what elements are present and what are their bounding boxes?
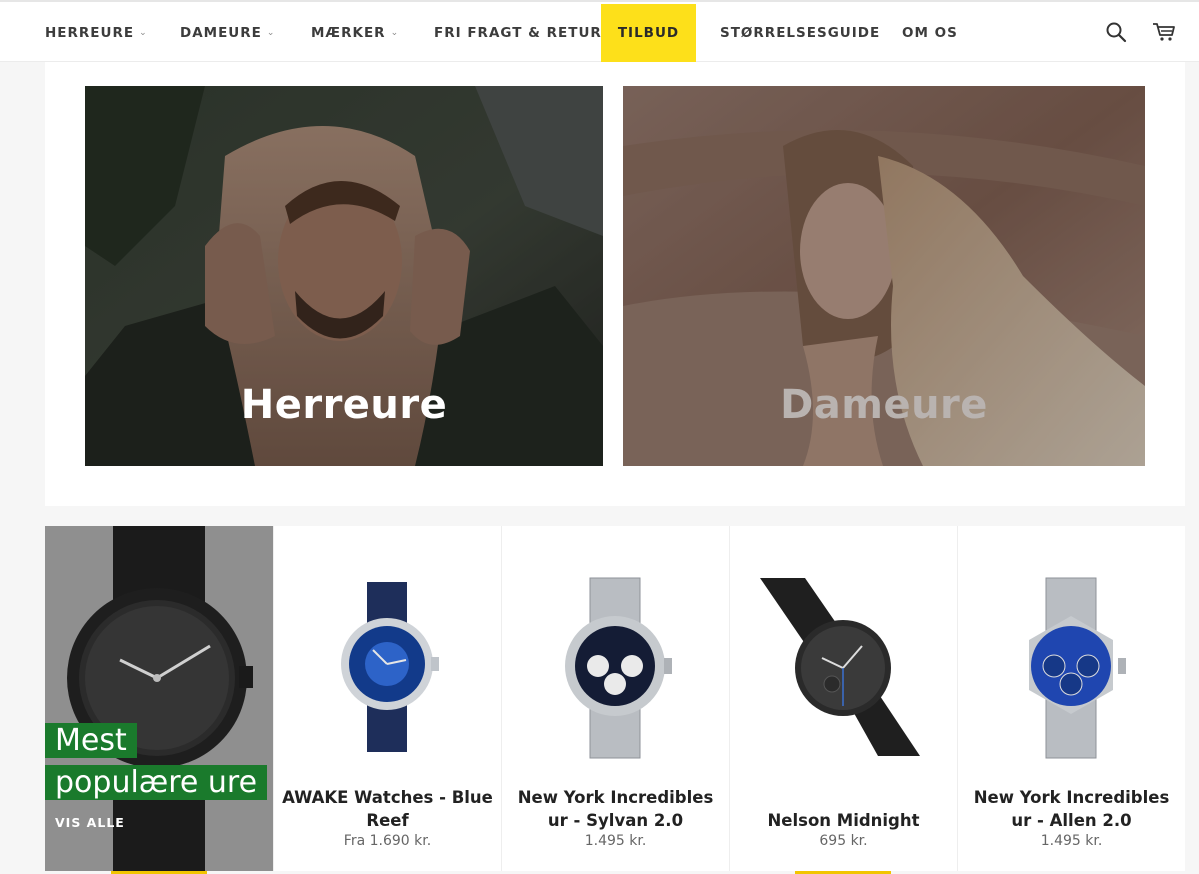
product-card[interactable]: New York Incredibles ur - Allen 2.0 1.49… (958, 526, 1185, 871)
product-image (1029, 577, 1126, 759)
chevron-down-icon: ⌄ (139, 28, 148, 38)
hero-title-womens: Dameure (780, 382, 988, 428)
product-image (341, 582, 439, 752)
chevron-down-icon: ⌄ (390, 28, 400, 38)
product-name[interactable]: New York Incredibles ur - Allen 2.0 (966, 786, 1177, 832)
nav-label: MÆRKER (311, 25, 386, 41)
view-all-link[interactable]: VIS ALLE (55, 815, 125, 830)
nav-label: TILBUD (617, 25, 680, 41)
product-name[interactable]: AWAKE Watches - Blue Reef (282, 786, 493, 832)
nav-label: OM OS (902, 25, 958, 41)
product-price: 1.495 kr. (1040, 833, 1103, 849)
product-row: Mest populære ure VIS ALLE AWAKE Watches… (45, 526, 1185, 874)
nav-item-herreure[interactable]: HERREURE ⌄ (45, 4, 148, 62)
nav-item-fri-fragt[interactable]: FRI FRAGT & RETUR (434, 4, 602, 62)
nav-label: HERREURE (45, 25, 135, 41)
search-icon[interactable] (1104, 20, 1128, 44)
nav-item-dameure[interactable]: DAMEURE ⌄ (180, 4, 275, 62)
hero-title-mens: Herreure (240, 382, 448, 428)
featured-heading-line1: Mest (45, 723, 137, 758)
product-image (565, 577, 672, 759)
nav-item-maerker[interactable]: MÆRKER ⌄ (311, 4, 399, 62)
product-price: Fra 1.690 kr. (343, 833, 432, 849)
nav-label: DAMEURE (180, 25, 262, 41)
product-price: 1.495 kr. (584, 833, 647, 849)
chevron-down-icon: ⌄ (266, 28, 276, 38)
nav-label: STØRRELSESGUIDE (720, 25, 881, 41)
featured-heading-line2: populære ure (45, 765, 268, 800)
nav-item-stoerrelsesguide[interactable]: STØRRELSESGUIDE (720, 4, 880, 62)
product-card[interactable]: New York Incredibles ur - Sylvan 2.0 1.4… (502, 526, 729, 871)
product-card[interactable]: AWAKE Watches - Blue Reef Fra 1.690 kr. (274, 526, 501, 871)
featured-heading: Mest populære ure (45, 720, 268, 804)
featured-collection-tile[interactable]: Mest populære ure VIS ALLE (45, 526, 273, 871)
hero-card-mens[interactable]: Herreure (85, 86, 603, 466)
product-name[interactable]: New York Incredibles ur - Sylvan 2.0 (510, 786, 721, 832)
main-navigation: HERREURE ⌄ DAMEURE ⌄ MÆRKER ⌄ FRI FRAGT & R… (0, 0, 1199, 62)
nav-item-om-os[interactable]: OM OS (902, 4, 958, 62)
product-image (760, 578, 920, 756)
product-price: 695 kr. (819, 833, 868, 849)
product-name[interactable]: Nelson Midnight (738, 809, 949, 832)
cart-icon[interactable] (1151, 20, 1175, 44)
nav-item-tilbud[interactable]: TILBUD (601, 4, 696, 62)
nav-label: FRI FRAGT & RETUR (434, 25, 602, 41)
hero-card-womens[interactable]: Dameure (623, 86, 1145, 466)
product-card[interactable]: Nelson Midnight 695 kr. (730, 526, 957, 871)
